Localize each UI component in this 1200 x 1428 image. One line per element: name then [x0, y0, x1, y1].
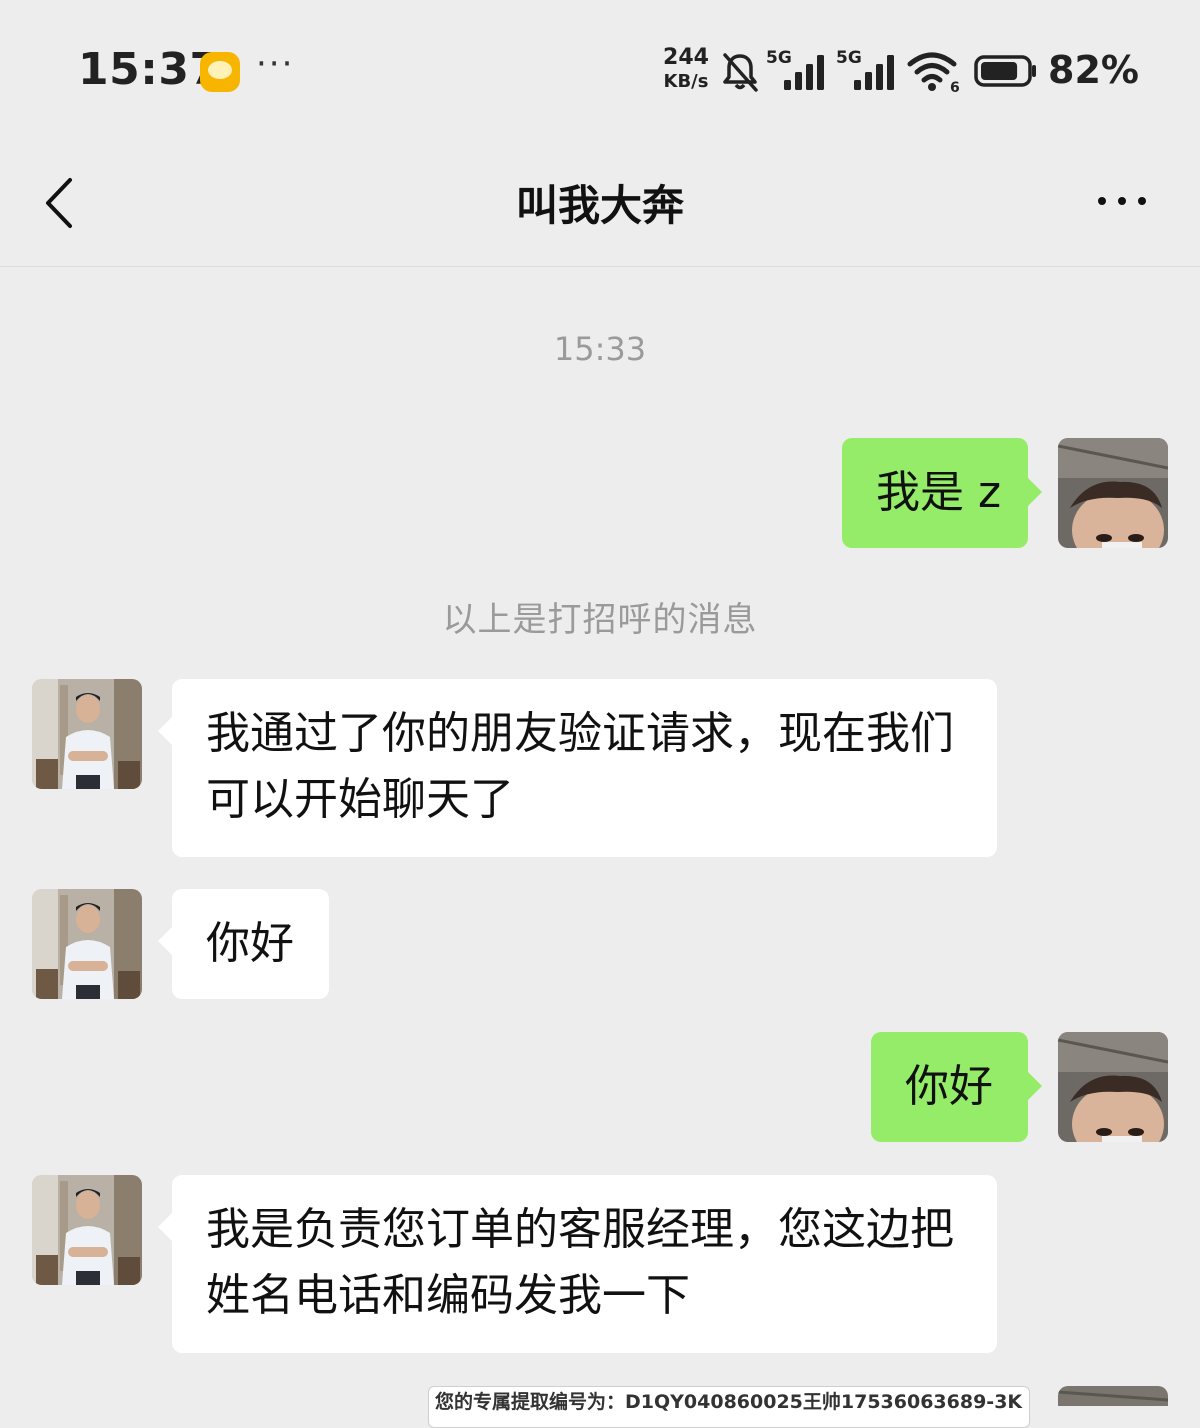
- message-bubble-outgoing[interactable]: 你好: [871, 1032, 1042, 1142]
- system-note: 以上是打招呼的消息: [442, 600, 758, 640]
- message-text: 你好: [206, 918, 294, 969]
- message-text-line: 可以开始聊天了: [206, 774, 514, 825]
- message-text-line: 姓名电话和编码发我一下: [206, 1270, 690, 1321]
- message-bubble-incoming[interactable]: 我是负责您订单的客服经理，您这边把 姓名电话和编码发我一下: [158, 1175, 997, 1353]
- contact-avatar[interactable]: [32, 679, 142, 789]
- wifi-icon: 6: [906, 50, 962, 96]
- time-divider: 15:33: [553, 330, 647, 368]
- message-text: 你好: [905, 1061, 993, 1112]
- message-text-line: 我通过了你的朋友验证请求，现在我们: [206, 708, 954, 759]
- my-avatar[interactable]: [1058, 438, 1168, 548]
- contact-avatar[interactable]: [32, 889, 142, 999]
- battery-percent: 82%: [1048, 48, 1139, 92]
- network-speed-unit: KB/s: [663, 71, 709, 92]
- muted-bell-icon: [723, 53, 758, 92]
- status-bar: 15:37 ··· 244 KB/s 5G 5G 6 82%: [0, 0, 1200, 140]
- my-avatar[interactable]: [1058, 1032, 1168, 1142]
- network-speed-value: 244: [663, 45, 709, 70]
- contact-avatar[interactable]: [32, 1175, 142, 1285]
- chat-title: 叫我大奔: [515, 181, 684, 230]
- more-notifications-indicator: ···: [256, 44, 295, 84]
- signal-sim1-icon: 5G: [766, 48, 828, 92]
- image-message-outgoing[interactable]: 您的专属提取编号为：D1QY040860025王帅17536063689-3K: [428, 1386, 1030, 1428]
- message-bubble-outgoing[interactable]: 我是 z: [842, 438, 1042, 548]
- message-bubble-incoming[interactable]: 我通过了你的朋友验证请求，现在我们 可以开始聊天了: [158, 679, 997, 857]
- network-speed: 244 KB/s: [658, 46, 714, 94]
- wifi-label: 6: [950, 80, 960, 94]
- message-text: 我是 z: [876, 467, 1002, 518]
- message-bubble-incoming[interactable]: 你好: [158, 889, 329, 999]
- message-notification-icon: [200, 52, 240, 92]
- image-message-text: 您的专属提取编号为：D1QY040860025王帅17536063689-3K: [435, 1391, 1023, 1413]
- more-options-icon[interactable]: [1092, 186, 1152, 216]
- message-text-line: 我是负责您订单的客服经理，您这边把: [206, 1204, 954, 1255]
- signal-sim2-icon: 5G: [836, 48, 898, 92]
- my-avatar[interactable]: [1058, 1386, 1168, 1406]
- chat-header: 叫我大奔: [0, 140, 1200, 267]
- battery-icon: [974, 55, 1036, 87]
